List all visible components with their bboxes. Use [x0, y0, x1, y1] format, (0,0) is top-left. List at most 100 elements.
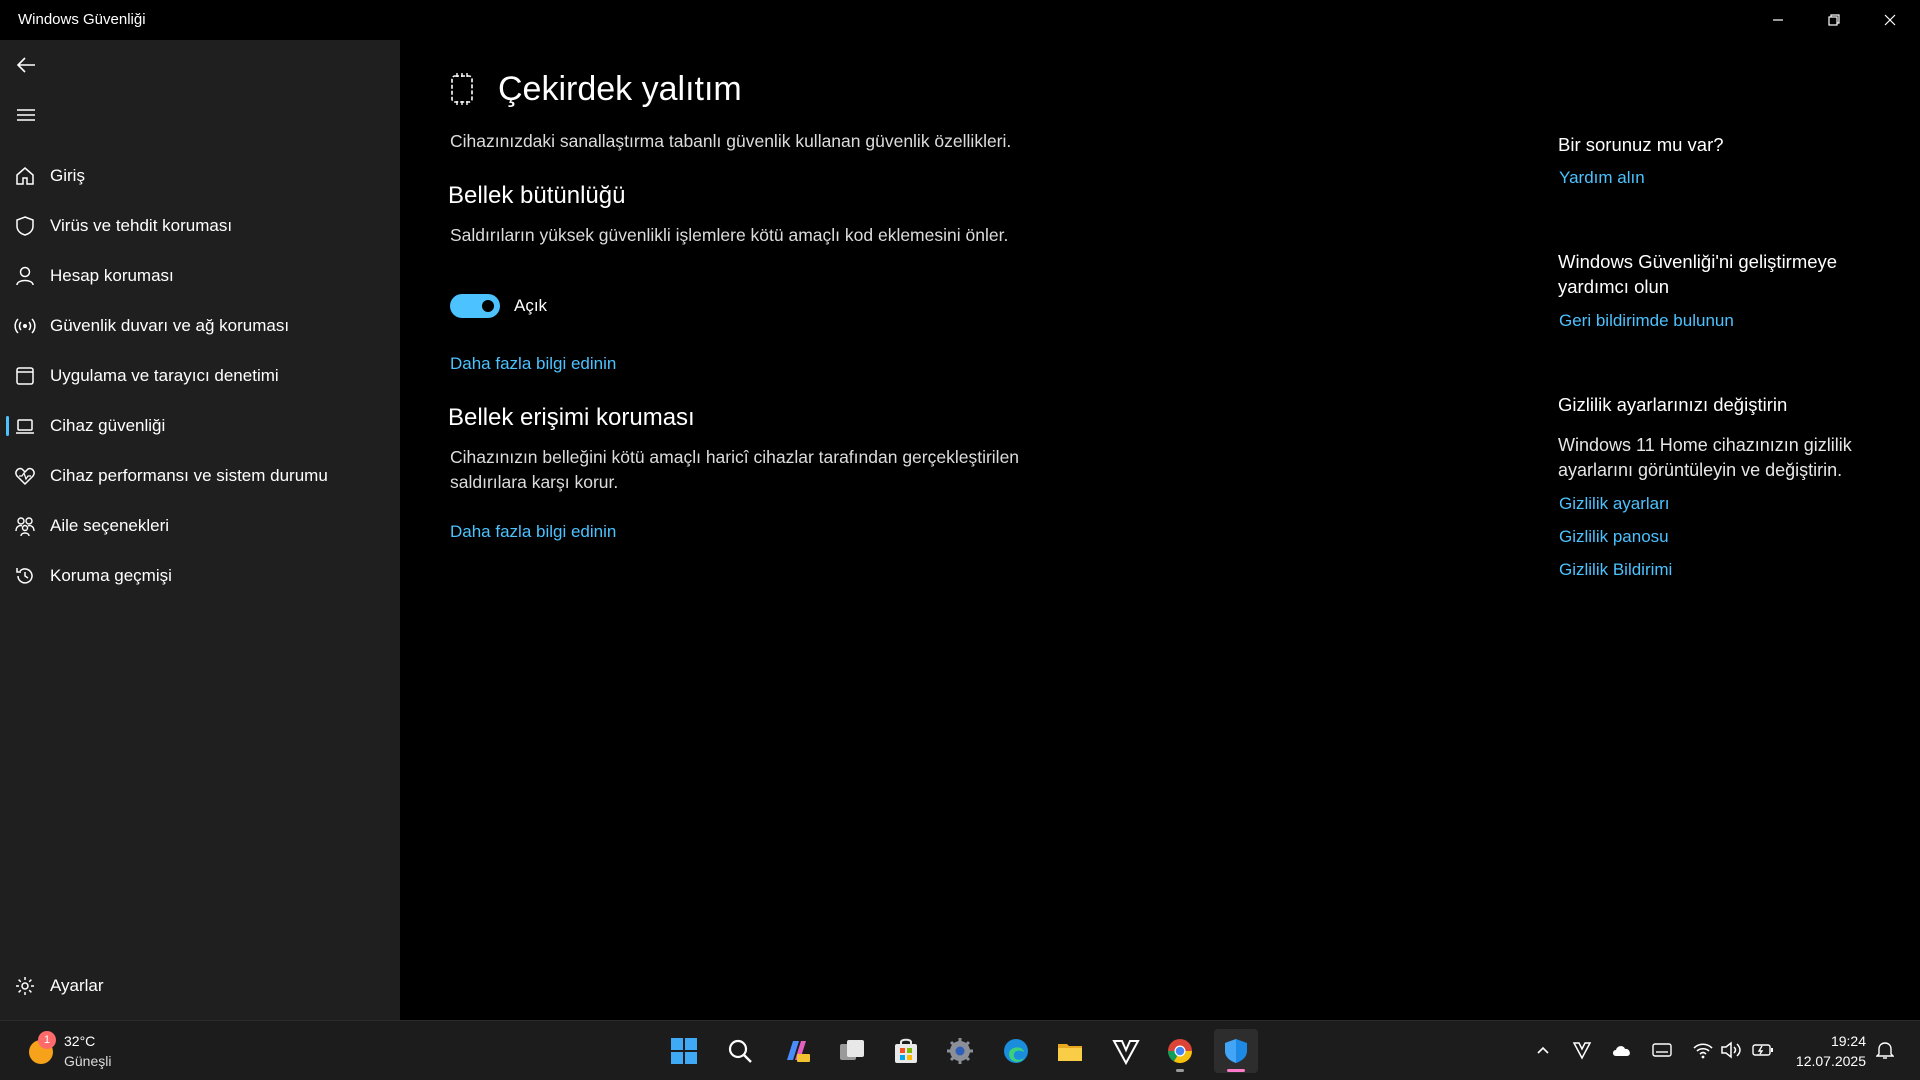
gear-icon — [16, 977, 34, 995]
privacy-text-line2: ayarlarını görüntüleyin ve değiştirin. — [1558, 460, 1843, 480]
weather-temperature: 32°C — [64, 1033, 96, 1049]
privacy-statement-link[interactable]: Gizlilik Bildirimi — [1559, 560, 1672, 580]
hamburger-menu-button[interactable] — [10, 99, 42, 131]
memory-integrity-toggle[interactable] — [450, 294, 500, 318]
chrome-icon — [1168, 1039, 1192, 1064]
settings-gear-icon — [947, 1038, 973, 1064]
privacy-dashboard-link[interactable]: Gizlilik panosu — [1559, 527, 1669, 547]
tray-wifi-button[interactable] — [1692, 1039, 1714, 1061]
active-indicator — [6, 416, 9, 436]
sidebar-item-label: Cihaz performansı ve sistem durumu — [50, 466, 328, 485]
sidebar-item-family-options[interactable]: Aile seçenekleri — [0, 504, 400, 548]
system-clock[interactable]: 19:24 12.07.2025 — [1790, 1031, 1866, 1071]
heart-pulse-icon — [15, 467, 35, 486]
search-icon — [728, 1039, 752, 1063]
taskbar-windows-security-button[interactable] — [1214, 1029, 1258, 1073]
privacy-text-line1: Windows 11 Home cihazınızın gizlilik — [1558, 435, 1852, 455]
sidebar: Giriş Virüs ve tehdit koruması Hesap kor… — [0, 40, 400, 1020]
restore-button[interactable] — [1806, 0, 1862, 40]
sidebar-item-label: Giriş — [50, 166, 85, 185]
close-button[interactable] — [1862, 0, 1918, 40]
speaker-icon — [1721, 1041, 1741, 1059]
keyboard-icon — [1652, 1043, 1672, 1057]
taskbar-edge-button[interactable] — [994, 1029, 1038, 1073]
minimize-button[interactable] — [1750, 0, 1806, 40]
memory-integrity-description: Saldırıların yüksek güvenlikli işlemlere… — [450, 225, 1009, 245]
taskbar-store-button[interactable] — [884, 1029, 928, 1073]
tray-battery-button[interactable] — [1752, 1039, 1774, 1061]
taskbar-search-button[interactable] — [718, 1029, 762, 1073]
chevron-up-icon — [1537, 1046, 1549, 1054]
back-button[interactable] — [10, 49, 42, 81]
sidebar-item-settings[interactable]: Ayarlar — [0, 964, 400, 1008]
taskbar-task-view-button[interactable] — [830, 1029, 874, 1073]
sidebar-item-protection-history[interactable]: Koruma geçmişi — [0, 554, 400, 598]
sidebar-item-firewall[interactable]: Güvenlik duvarı ve ağ koruması — [0, 304, 400, 348]
clock-date: 12.07.2025 — [1795, 1053, 1866, 1069]
memory-access-description-line2: saldırılara karşı korur. — [450, 472, 619, 492]
sidebar-item-label: Uygulama ve tarayıcı denetimi — [50, 366, 279, 385]
history-icon — [16, 568, 33, 584]
memory-access-description-line1: Cihazınızın belleğini kötü amaçlı haricî… — [450, 447, 1020, 467]
memory-integrity-toggle-label: Açık — [514, 296, 548, 315]
taskbar-chrome-button[interactable] — [1158, 1029, 1202, 1073]
minimize-icon — [1773, 19, 1783, 21]
windows-logo-icon — [671, 1038, 697, 1064]
privacy-heading: Gizlilik ayarlarınızı değiştirin — [1558, 394, 1788, 415]
title-bar: Windows Güvenliği — [0, 0, 1920, 40]
sidebar-item-device-performance[interactable]: Cihaz performansı ve sistem durumu — [0, 454, 400, 498]
taskbar-vpn-app-button[interactable] — [1104, 1029, 1148, 1073]
sidebar-item-device-security[interactable]: Cihaz güvenliği — [0, 404, 400, 448]
memory-access-learn-more-link[interactable]: Daha fazla bilgi edinin — [450, 522, 616, 542]
wifi-icon — [1693, 1043, 1713, 1059]
taskbar: 1 32°C Güneşli 19:24 12.07.2025 — [0, 1020, 1920, 1080]
help-heading: Bir sorunuz mu var? — [1558, 134, 1724, 155]
privacy-settings-link[interactable]: Gizlilik ayarları — [1559, 494, 1670, 514]
give-feedback-link[interactable]: Geri bildirimde bulunun — [1559, 311, 1734, 331]
laptop-icon — [16, 419, 34, 434]
task-view-icon — [840, 1040, 864, 1060]
sidebar-item-label: Cihaz güvenliği — [50, 416, 166, 435]
sidebar-item-app-browser-control[interactable]: Uygulama ve tarayıcı denetimi — [0, 354, 400, 398]
folder-icon — [1058, 1044, 1082, 1061]
back-arrow-icon — [16, 57, 35, 73]
sidebar-item-virus-protection[interactable]: Virüs ve tehdit koruması — [0, 204, 400, 248]
page-title: Çekirdek yalıtım — [498, 70, 742, 108]
copilot-icon — [787, 1041, 810, 1062]
memory-integrity-learn-more-link[interactable]: Daha fazla bilgi edinin — [450, 354, 616, 374]
sidebar-item-label: Güvenlik duvarı ve ağ koruması — [50, 316, 290, 335]
cloud-icon — [1613, 1046, 1630, 1056]
tray-keyboard-button[interactable] — [1651, 1039, 1673, 1061]
core-isolation-chip-icon — [451, 73, 473, 105]
sidebar-item-label: Koruma geçmişi — [50, 566, 172, 585]
sidebar-item-account-protection[interactable]: Hesap koruması — [0, 254, 400, 298]
weather-widget[interactable]: 1 32°C Güneşli — [24, 1029, 164, 1073]
windows-security-shield-icon — [1225, 1039, 1247, 1063]
taskbar-start-button[interactable] — [662, 1029, 706, 1073]
family-icon — [15, 517, 35, 537]
weather-badge: 1 — [38, 1031, 56, 1049]
home-icon — [16, 167, 34, 185]
tray-volume-button[interactable] — [1720, 1039, 1742, 1061]
toggle-knob — [482, 300, 494, 312]
running-indicator — [1176, 1069, 1184, 1072]
settings-label: Ayarlar — [50, 976, 104, 995]
taskbar-file-explorer-button[interactable] — [1048, 1029, 1092, 1073]
running-indicator — [1227, 1069, 1245, 1072]
tray-overflow-button[interactable] — [1532, 1039, 1554, 1061]
right-panel: Bir sorunuz mu var? Yardım alın Windows … — [1558, 40, 1918, 940]
tray-onedrive-button[interactable] — [1611, 1039, 1633, 1061]
sidebar-item-label: Virüs ve tehdit koruması — [50, 216, 233, 235]
memory-integrity-heading: Bellek bütünlüğü — [448, 182, 626, 209]
shield-icon — [16, 216, 34, 236]
hamburger-icon — [17, 109, 35, 121]
taskbar-copilot-button[interactable] — [774, 1029, 818, 1073]
sidebar-item-home[interactable]: Giriş — [0, 154, 400, 198]
person-icon — [16, 266, 34, 286]
taskbar-settings-button[interactable] — [938, 1029, 982, 1073]
v-logo-icon — [1112, 1040, 1140, 1066]
get-help-link[interactable]: Yardım alın — [1559, 168, 1645, 188]
store-bag-icon — [895, 1038, 917, 1063]
notifications-button[interactable] — [1874, 1039, 1896, 1061]
tray-vpn-icon-button[interactable] — [1571, 1039, 1593, 1061]
